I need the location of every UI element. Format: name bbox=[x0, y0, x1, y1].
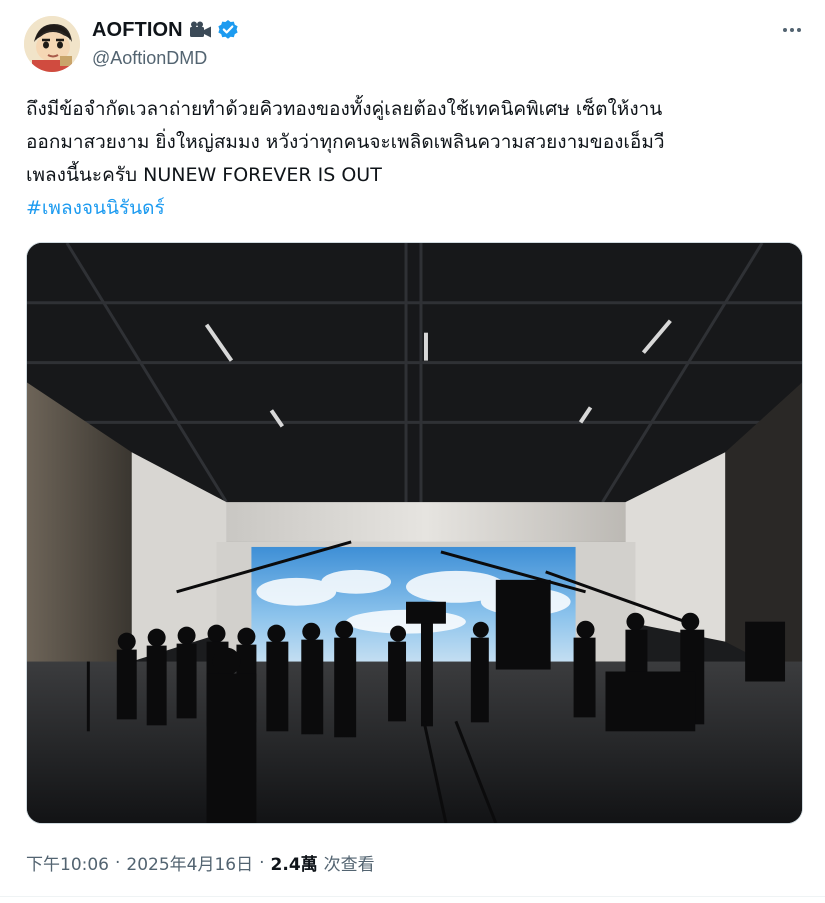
tweet-text-line: ถึงมีข้อจำกัดเวลาถ่ายทำด้วยคิวทองของทั้ง… bbox=[26, 98, 663, 120]
user-block: AOFTION @AoftionDMD bbox=[92, 18, 239, 69]
more-options-icon-dot bbox=[797, 28, 801, 32]
name-row: AOFTION bbox=[92, 18, 239, 42]
more-options-button[interactable] bbox=[779, 20, 805, 40]
tweet-text-line: เพลงนี้นะครับ NUNEW FOREVER IS OUT bbox=[26, 164, 382, 186]
meta-separator: · bbox=[259, 852, 265, 873]
user-handle[interactable]: @AoftionDMD bbox=[92, 48, 239, 69]
tweet-text: ถึงมีข้อจำกัดเวลาถ่ายทำด้วยคิวทองของทั้ง… bbox=[26, 93, 806, 225]
studio-photo-illustration bbox=[27, 243, 802, 823]
tweet-time[interactable]: 下午10:06 bbox=[26, 850, 109, 875]
more-options-icon-dot bbox=[790, 28, 794, 32]
divider bbox=[0, 896, 825, 897]
tweet-date[interactable]: 2025年4月16日 bbox=[126, 850, 253, 875]
meta-separator: · bbox=[115, 852, 121, 873]
more-options-icon bbox=[783, 28, 787, 32]
avatar[interactable] bbox=[24, 16, 80, 72]
tweet-meta: 下午10:06 · 2025年4月16日 · 2.4萬 次查看 bbox=[26, 850, 375, 876]
views-label: 次查看 bbox=[323, 855, 375, 875]
tweet-header: AOFTION @AoftionDMD bbox=[24, 14, 805, 78]
camera-icon bbox=[189, 21, 213, 39]
tweet-photo[interactable] bbox=[26, 242, 803, 824]
display-name[interactable]: AOFTION bbox=[92, 19, 183, 42]
tweet-text-line: ออกมาสวยงาม ยิ่งใหญ่สมมง หวังว่าทุกคนจะเ… bbox=[26, 131, 665, 153]
hashtag-link[interactable]: #เพลงจนนิรันดร์ bbox=[26, 192, 165, 225]
verified-badge-icon[interactable] bbox=[217, 19, 239, 41]
views-count[interactable]: 2.4萬 bbox=[271, 850, 318, 875]
